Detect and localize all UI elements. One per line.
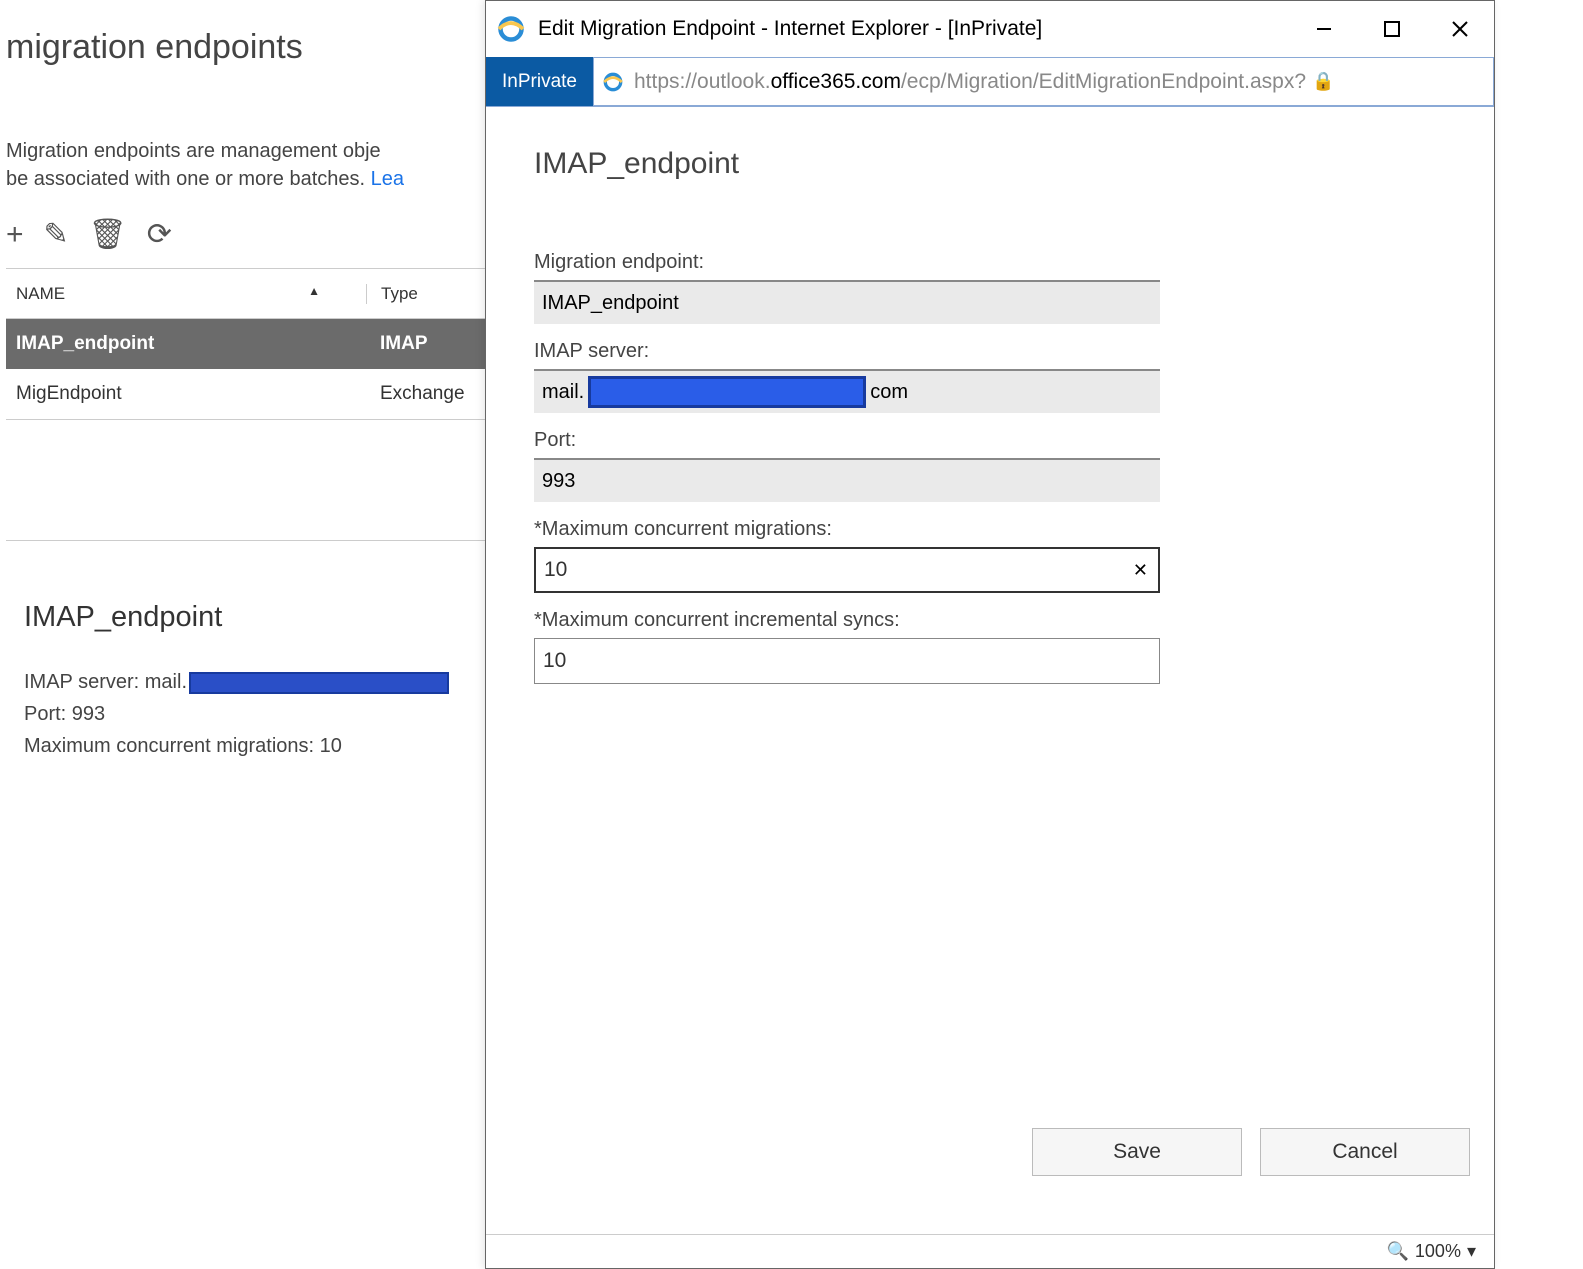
- zoom-dropdown-icon[interactable]: ▾: [1467, 1241, 1476, 1262]
- url-host: office365.com: [771, 70, 901, 93]
- url-input[interactable]: https://outlook.office365.com/ecp/Migrat…: [593, 57, 1494, 106]
- redacted-domain: [588, 376, 866, 408]
- add-icon[interactable]: +: [6, 218, 24, 252]
- imap-prefix: mail.: [542, 381, 584, 404]
- row-name: MigEndpoint: [6, 383, 366, 405]
- cancel-button[interactable]: Cancel: [1260, 1128, 1470, 1176]
- col-name-label: NAME: [16, 284, 65, 303]
- desc-line1: Migration endpoints are management obje: [6, 140, 381, 162]
- max-incremental-label: *Maximum concurrent incremental syncs:: [534, 609, 1446, 632]
- zoom-level[interactable]: 100%: [1415, 1241, 1461, 1262]
- form-title: IMAP_endpoint: [534, 147, 1446, 181]
- endpoint-label: Migration endpoint:: [534, 251, 1446, 274]
- sort-asc-icon: ▲: [308, 284, 320, 298]
- clear-icon[interactable]: ✕: [1133, 560, 1150, 581]
- endpoints-table: NAME ▲ Type IMAP_endpoint IMAP MigEndpoi…: [6, 268, 506, 420]
- port-label: Port:: [534, 429, 1446, 452]
- col-name-header[interactable]: NAME ▲: [6, 284, 366, 304]
- port-value: 993: [542, 470, 575, 493]
- zoom-icon[interactable]: 🔍: [1386, 1241, 1408, 1262]
- endpoint-value: IMAP_endpoint: [542, 292, 679, 315]
- window-titlebar: Edit Migration Endpoint - Internet Explo…: [486, 1, 1494, 57]
- max-incremental-input[interactable]: 10: [534, 638, 1160, 684]
- close-button[interactable]: [1430, 9, 1490, 49]
- minimize-button[interactable]: [1294, 9, 1354, 49]
- url-text: https://outlook.office365.com/ecp/Migrat…: [634, 70, 1306, 94]
- edit-endpoint-window: Edit Migration Endpoint - Internet Explo…: [485, 0, 1495, 1269]
- max-migrations-input[interactable]: 10 ✕: [534, 547, 1160, 593]
- status-bar: 🔍 100% ▾: [486, 1234, 1494, 1268]
- save-button[interactable]: Save: [1032, 1128, 1242, 1176]
- max-migrations-label: *Maximum concurrent migrations:: [534, 518, 1446, 541]
- address-bar: InPrivate https://outlook.office365.com/…: [486, 57, 1494, 107]
- details-port-line: Port: 993: [24, 698, 506, 730]
- table-row[interactable]: MigEndpoint Exchange: [6, 369, 506, 419]
- imap-server-field: mail. com: [534, 369, 1160, 413]
- max-incremental-value: 10: [543, 649, 566, 673]
- imap-suffix: com: [870, 381, 908, 404]
- row-name: IMAP_endpoint: [6, 333, 366, 355]
- inprivate-badge: InPrivate: [486, 57, 593, 106]
- details-imap-line: IMAP server: mail.: [24, 666, 506, 698]
- url-prefix: https://outlook.: [634, 70, 771, 93]
- url-path: /ecp/Migration/EditMigrationEndpoint.asp…: [901, 70, 1306, 93]
- window-title: Edit Migration Endpoint - Internet Explo…: [538, 17, 1286, 41]
- lock-icon: 🔒: [1312, 71, 1334, 92]
- delete-icon[interactable]: 🗑: [89, 217, 127, 252]
- imap-server-label: IMAP server:: [534, 340, 1446, 363]
- ie-small-icon: [602, 71, 624, 93]
- details-pane: IMAP_endpoint IMAP server: mail. Port: 9…: [6, 601, 506, 762]
- page-description: Migration endpoints are management obje …: [6, 137, 506, 193]
- redacted-server: [189, 672, 449, 694]
- form-body: IMAP_endpoint Migration endpoint: IMAP_e…: [486, 107, 1494, 1234]
- form-footer: Save Cancel: [1032, 1128, 1470, 1176]
- ie-icon: [496, 14, 526, 44]
- table-header: NAME ▲ Type: [6, 269, 506, 319]
- details-title: IMAP_endpoint: [24, 601, 506, 634]
- desc-line2: be associated with one or more batches.: [6, 168, 371, 190]
- maximize-button[interactable]: [1362, 9, 1422, 49]
- details-max-line: Maximum concurrent migrations: 10: [24, 730, 506, 762]
- endpoint-field: IMAP_endpoint: [534, 280, 1160, 324]
- learn-more-link[interactable]: Lea: [371, 168, 404, 190]
- port-field: 993: [534, 458, 1160, 502]
- table-row[interactable]: IMAP_endpoint IMAP: [6, 319, 506, 369]
- details-imap-label: IMAP server: mail.: [24, 671, 187, 693]
- edit-icon[interactable]: ✎: [44, 217, 69, 252]
- divider: [6, 540, 506, 541]
- max-migrations-value: 10: [544, 558, 567, 582]
- refresh-icon[interactable]: ⟳: [147, 217, 172, 252]
